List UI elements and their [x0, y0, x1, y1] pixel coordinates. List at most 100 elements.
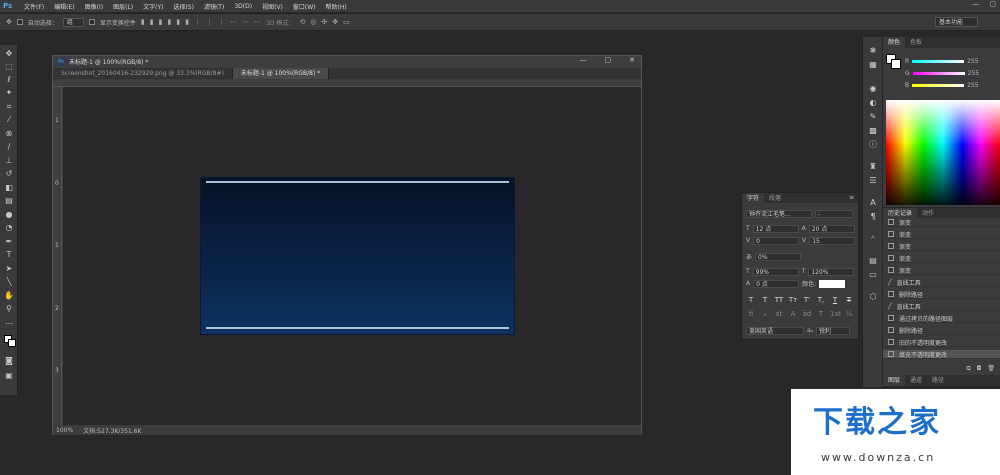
tab-paths[interactable]: 路径 — [927, 375, 949, 386]
styles-icon[interactable]: ◐ — [867, 97, 879, 108]
notes-icon[interactable]: ▭ — [867, 269, 879, 280]
3d-slide-icon[interactable]: ✥ — [332, 18, 338, 26]
screen-mode-icon[interactable]: ▣ — [3, 371, 15, 381]
red-value[interactable]: 255 — [967, 58, 978, 65]
magic-wand-icon[interactable]: ✦ — [3, 88, 15, 98]
font-size-field[interactable]: 12 点 — [752, 224, 799, 233]
gradient-tool-icon[interactable]: ▤ — [3, 196, 15, 206]
marquee-tool-icon[interactable]: ⬚ — [3, 62, 15, 72]
zoom-tool-icon[interactable]: ⚲ — [3, 304, 15, 314]
auto-select-checkbox[interactable] — [16, 19, 23, 25]
3d-roll-icon[interactable]: ◎ — [310, 18, 316, 26]
tab-actions[interactable]: 动作 — [917, 208, 939, 218]
distribute-icon[interactable]: ⋯ — [230, 18, 237, 26]
align-hcenter-icon[interactable]: ▮ — [176, 18, 180, 26]
tab-color[interactable]: 颜色 — [883, 37, 906, 48]
history-item[interactable]: 旧的不透明度更改 — [883, 338, 1000, 347]
trash-icon[interactable]: 🗑 — [987, 365, 995, 374]
glyphs-icon[interactable]: ᴬ — [867, 233, 879, 244]
brush-preset-icon[interactable]: ✎ — [867, 111, 879, 122]
healing-brush-icon[interactable]: ⊗ — [3, 129, 15, 139]
red-slider[interactable]: R 255 — [905, 57, 997, 65]
panel-menu-icon[interactable]: ≡ — [849, 194, 854, 201]
superscript-button[interactable]: T' — [802, 296, 812, 304]
distribute-icon[interactable]: ⋮ — [218, 18, 225, 26]
history-item[interactable]: 删除路径 — [883, 290, 1000, 299]
snapshot-camera-icon[interactable]: ◘ — [977, 365, 982, 374]
menu-select[interactable]: 选择(S) — [173, 2, 194, 11]
text-color-swatch[interactable] — [819, 279, 846, 288]
info-icon[interactable]: ⓘ — [867, 139, 879, 150]
move-tool-icon[interactable]: ✥ — [6, 18, 12, 26]
font-family-dropdown[interactable]: 钟齐流江毛笔... — [746, 209, 812, 218]
align-top-icon[interactable]: ▮ — [141, 18, 145, 26]
distribute-icon[interactable]: ⋮ — [206, 18, 213, 26]
stamp-tool-icon[interactable]: ⊥ — [3, 156, 15, 166]
tab-character[interactable]: 字符 — [742, 193, 765, 203]
histogram-icon[interactable]: ▦ — [867, 59, 879, 70]
doc-close-button[interactable]: ✕ — [629, 56, 635, 64]
eyedropper-icon[interactable]: ⁄ — [3, 115, 15, 125]
line-tool-icon[interactable]: ╲ — [3, 277, 15, 287]
menu-help[interactable]: 帮助(H) — [326, 2, 347, 11]
lasso-tool-icon[interactable]: ℓ — [3, 75, 15, 85]
auto-select-dropdown[interactable]: 组 — [62, 17, 84, 27]
ordinals-button[interactable]: 1st — [830, 310, 841, 318]
ligature-button[interactable]: fi — [746, 310, 756, 318]
menu-3d[interactable]: 3D(D) — [234, 3, 252, 10]
tab-swatches[interactable]: 色板 — [905, 37, 927, 48]
baseline-field[interactable]: 0 点 — [753, 279, 800, 288]
history-item[interactable]: 渐变 — [883, 218, 1000, 227]
strikethrough-button[interactable]: T — [844, 296, 854, 304]
clone-source-icon[interactable]: ▩ — [867, 125, 879, 136]
layer-comps-icon[interactable]: ▤ — [867, 255, 879, 266]
blue-value[interactable]: 255 — [967, 82, 978, 89]
menu-file[interactable]: 文件(F) — [24, 2, 44, 11]
new-document-icon[interactable]: ⧉ — [966, 365, 970, 374]
tab-channels[interactable]: 通道 — [905, 375, 927, 386]
history-item[interactable]: 渐变 — [883, 254, 1000, 263]
faux-bold-button[interactable]: T — [746, 296, 756, 304]
align-vcenter-icon[interactable]: ▮ — [150, 18, 154, 26]
faux-italic-button[interactable]: T — [760, 296, 770, 304]
history-brush-icon[interactable]: ↺ — [3, 169, 15, 179]
show-transform-checkbox[interactable] — [88, 19, 95, 25]
paragraph-icon[interactable]: ¶ — [867, 211, 879, 222]
blur-tool-icon[interactable]: ● — [3, 210, 15, 220]
menu-window[interactable]: 窗口(W) — [293, 2, 316, 11]
distribute-icon[interactable]: ⋯ — [242, 18, 249, 26]
blue-slider[interactable]: B 255 — [905, 81, 997, 89]
menu-view[interactable]: 视图(V) — [262, 2, 283, 11]
tab-screenshot[interactable]: Screenshot_20160416-232929.png @ 33.3%(R… — [53, 68, 233, 79]
3d-pan-icon[interactable]: ✣ — [321, 18, 327, 26]
quick-mask-icon[interactable]: ◙ — [3, 356, 15, 366]
history-item[interactable]: ╱ 直线工具 — [883, 278, 1000, 287]
doc-minimize-button[interactable]: — — [580, 56, 587, 64]
type-tool-icon[interactable]: T — [3, 250, 15, 260]
history-item[interactable]: 渐变 — [883, 266, 1000, 275]
menu-layer[interactable]: 图层(L) — [113, 2, 133, 11]
subscript-button[interactable]: T, — [816, 296, 826, 304]
titling-button[interactable]: T — [816, 310, 826, 318]
tab-history[interactable]: 历史记录 — [883, 208, 918, 218]
underline-button[interactable]: T — [830, 296, 840, 304]
menu-filter[interactable]: 滤镜(T) — [204, 2, 224, 11]
history-item[interactable]: 通过拷贝的路径图层 — [883, 314, 1000, 323]
green-bar[interactable] — [912, 71, 965, 75]
artboard[interactable] — [200, 177, 515, 335]
menu-type[interactable]: 文字(Y) — [143, 2, 163, 11]
language-dropdown[interactable]: 美国英语 — [746, 326, 804, 335]
properties-icon[interactable]: ☰ — [867, 175, 879, 186]
vscale-field[interactable]: 99% — [752, 267, 799, 276]
3d-rotate-icon[interactable]: ⟲ — [299, 18, 305, 26]
doc-maximize-button[interactable]: ▢ — [605, 56, 612, 64]
red-bar[interactable] — [912, 59, 965, 63]
green-value[interactable]: 255 — [968, 70, 979, 77]
tracking-field[interactable]: 15 — [809, 236, 856, 245]
all-caps-button[interactable]: TT — [774, 296, 784, 304]
pen-tool-icon[interactable]: ✒ — [3, 237, 15, 247]
more-tools-icon[interactable]: ⋯ — [3, 319, 15, 329]
anti-alias-dropdown[interactable]: 锐利 — [816, 326, 851, 335]
history-item[interactable]: 删除路径 — [883, 326, 1000, 335]
document-titlebar[interactable]: Ps 未标题-1 @ 100%(RGB/8) * — ▢ ✕ — [53, 56, 641, 67]
